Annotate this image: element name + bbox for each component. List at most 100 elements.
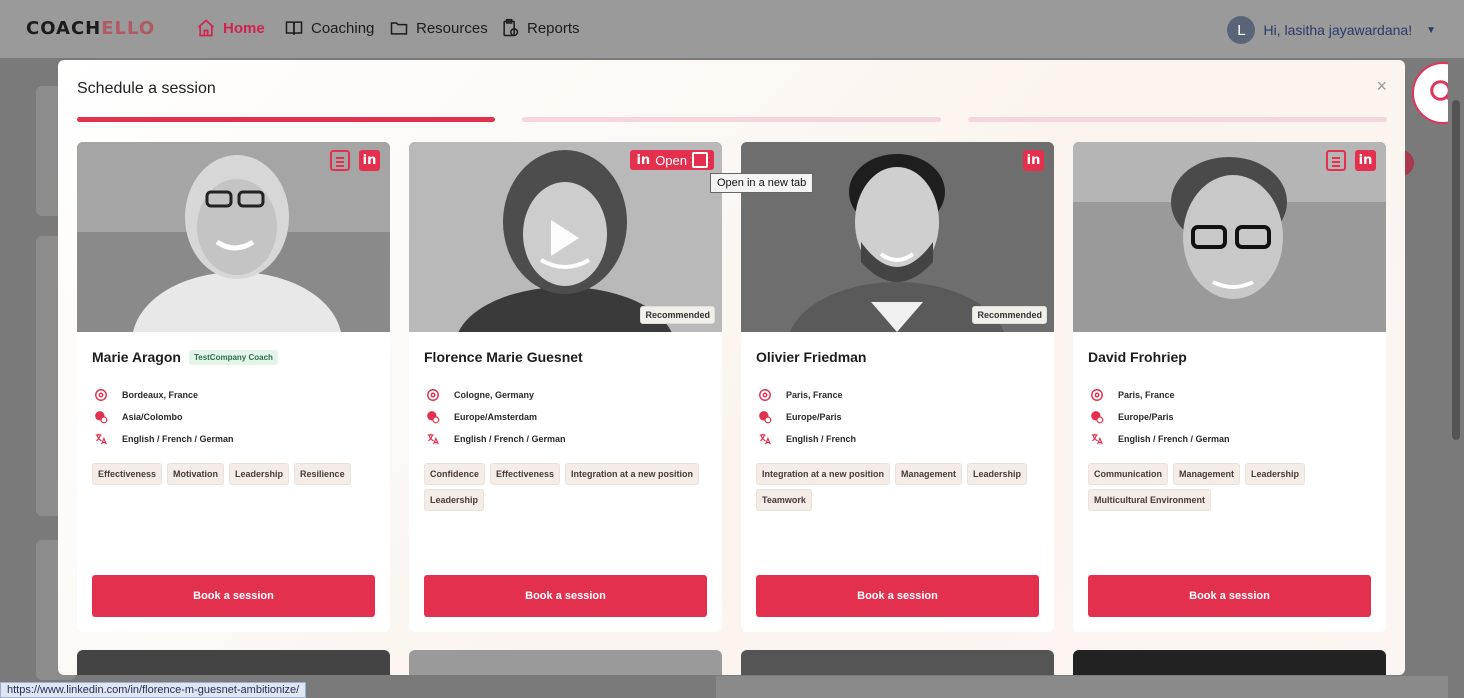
focus-tag: Integration at a new position bbox=[756, 463, 891, 485]
avatar: L bbox=[1227, 16, 1256, 44]
coach-name: Marie Aragon bbox=[92, 349, 181, 365]
translate-icon bbox=[1091, 433, 1103, 445]
globe-clock-icon bbox=[1091, 411, 1104, 424]
linkedin-icon[interactable]: in bbox=[1023, 150, 1044, 171]
translate-icon bbox=[427, 433, 439, 445]
step-indicator-1 bbox=[77, 117, 495, 122]
globe-clock-icon bbox=[759, 411, 772, 424]
coach-card-peek bbox=[1073, 650, 1386, 675]
globe-clock-icon bbox=[95, 411, 108, 424]
coach-card-peek bbox=[77, 650, 390, 675]
coach-location: Cologne, Germany bbox=[426, 388, 534, 402]
schedule-session-modal: Schedule a session × in Marie Aragon Tes… bbox=[58, 60, 1405, 675]
user-menu[interactable]: L Hi, lasitha jayawardana! ▼ bbox=[1227, 16, 1436, 44]
focus-tag: Leadership bbox=[967, 463, 1028, 485]
coach-name: Florence Marie Guesnet bbox=[424, 349, 583, 365]
location-pin-icon bbox=[1091, 389, 1103, 401]
chevron-down-icon: ▼ bbox=[1426, 24, 1436, 36]
top-nav: COACHELLO Home Coaching Resources Report… bbox=[0, 0, 1464, 58]
folder-icon bbox=[390, 22, 408, 35]
document-icon[interactable] bbox=[330, 150, 350, 171]
coach-photo[interactable]: in Recommended bbox=[741, 142, 1054, 332]
coach-card: in Open Recommended Florence Marie Guesn… bbox=[409, 142, 722, 632]
coach-name-row: Marie Aragon TestCompany Coach bbox=[92, 349, 278, 365]
focus-tag: Confidence bbox=[424, 463, 486, 485]
company-tag: TestCompany Coach bbox=[188, 349, 278, 365]
clipboard-icon bbox=[503, 18, 519, 37]
page-scrollbar[interactable] bbox=[1448, 60, 1464, 698]
focus-tag: Communication bbox=[1088, 463, 1169, 485]
linkedin-icon: in bbox=[636, 152, 651, 168]
focus-tag: Effectiveness bbox=[92, 463, 163, 485]
nav-coaching[interactable]: Coaching bbox=[284, 18, 374, 38]
linkedin-icon[interactable]: in bbox=[359, 150, 380, 171]
step-indicator-3 bbox=[968, 117, 1387, 122]
coach-photo[interactable]: in bbox=[77, 142, 390, 332]
nav-home[interactable]: Home bbox=[196, 18, 265, 38]
coach-timezone: Asia/Colombo bbox=[94, 410, 183, 424]
focus-tags: Communication Management Leadership Mult… bbox=[1088, 463, 1373, 511]
location-pin-icon bbox=[95, 389, 107, 401]
status-bar-url: https://www.linkedin.com/in/florence-m-g… bbox=[0, 682, 307, 698]
focus-tag: Motivation bbox=[167, 463, 225, 485]
coach-name: Olivier Friedman bbox=[756, 349, 867, 365]
translate-icon bbox=[759, 433, 771, 445]
coach-languages: English / French bbox=[758, 432, 856, 446]
play-video-icon[interactable] bbox=[551, 220, 579, 256]
linkedin-open-link[interactable]: in Open bbox=[630, 150, 714, 170]
coach-name-row: Florence Marie Guesnet bbox=[424, 349, 583, 365]
translate-icon bbox=[95, 433, 107, 445]
user-greeting: Hi, lasitha jayawardana! bbox=[1263, 22, 1413, 38]
focus-tag: Integration at a new position bbox=[565, 463, 700, 485]
coach-location: Paris, France bbox=[758, 388, 843, 402]
coach-name-row: David Frohriep bbox=[1088, 349, 1187, 365]
coach-card: in Recommended Olivier Friedman Paris, F… bbox=[741, 142, 1054, 632]
coach-name-row: Olivier Friedman bbox=[756, 349, 866, 365]
coach-card: in Marie Aragon TestCompany Coach Bordea… bbox=[77, 142, 390, 632]
location-pin-icon bbox=[759, 389, 771, 401]
background-panel bbox=[716, 676, 1464, 698]
recommended-badge: Recommended bbox=[972, 306, 1047, 324]
nav-reports[interactable]: Reports bbox=[500, 18, 580, 38]
focus-tag: Resilience bbox=[294, 463, 351, 485]
modal-title: Schedule a session bbox=[77, 80, 216, 97]
tooltip: Open in a new tab bbox=[710, 173, 814, 193]
close-icon[interactable]: × bbox=[1376, 76, 1387, 97]
nav-resources[interactable]: Resources bbox=[389, 18, 488, 38]
focus-tags: Integration at a new position Management… bbox=[756, 463, 1041, 511]
focus-tag: Multicultural Environment bbox=[1088, 489, 1212, 511]
coach-location: Bordeaux, France bbox=[94, 388, 198, 402]
focus-tag: Leadership bbox=[424, 489, 485, 511]
scrollbar-thumb[interactable] bbox=[1452, 100, 1460, 440]
coach-card-peek bbox=[741, 650, 1054, 675]
focus-tag: Management bbox=[1173, 463, 1241, 485]
coach-card-peek bbox=[409, 650, 722, 675]
logo[interactable]: COACHELLO bbox=[26, 18, 155, 39]
focus-tags: Effectiveness Motivation Leadership Resi… bbox=[92, 463, 377, 485]
external-link-icon bbox=[692, 152, 708, 168]
book-session-button[interactable]: Book a session bbox=[1088, 575, 1371, 617]
book-session-button[interactable]: Book a session bbox=[92, 575, 375, 617]
coach-languages: English / French / German bbox=[1090, 432, 1230, 446]
linkedin-icon[interactable]: in bbox=[1355, 150, 1376, 171]
focus-tags: Confidence Effectiveness Integration at … bbox=[424, 463, 709, 511]
focus-tag: Management bbox=[895, 463, 963, 485]
book-session-button[interactable]: Book a session bbox=[424, 575, 707, 617]
book-session-button[interactable]: Book a session bbox=[756, 575, 1039, 617]
coach-languages: English / French / German bbox=[94, 432, 234, 446]
coach-timezone: Europe/Paris bbox=[758, 410, 842, 424]
coach-languages: English / French / German bbox=[426, 432, 566, 446]
book-icon bbox=[285, 21, 303, 35]
coach-location: Paris, France bbox=[1090, 388, 1175, 402]
location-pin-icon bbox=[427, 389, 439, 401]
focus-tag: Effectiveness bbox=[490, 463, 561, 485]
coach-name: David Frohriep bbox=[1088, 349, 1187, 365]
focus-tag: Leadership bbox=[1245, 463, 1306, 485]
document-icon[interactable] bbox=[1326, 150, 1346, 171]
coach-timezone: Europe/Paris bbox=[1090, 410, 1174, 424]
coach-photo[interactable]: in bbox=[1073, 142, 1386, 332]
focus-tag: Teamwork bbox=[756, 489, 812, 511]
home-icon bbox=[197, 19, 215, 37]
coach-photo[interactable]: in Open Recommended bbox=[409, 142, 722, 332]
recommended-badge: Recommended bbox=[640, 306, 715, 324]
